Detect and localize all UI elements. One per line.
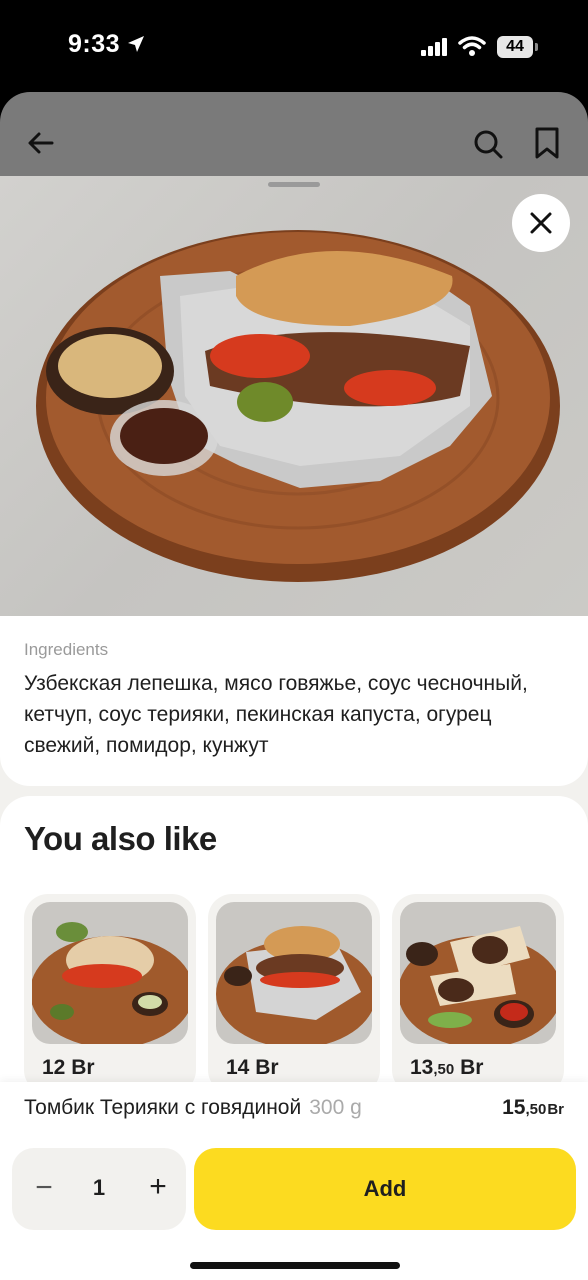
product-name-row: Томбик Терияки с говядиной 300 g xyxy=(24,1096,362,1120)
search-icon[interactable] xyxy=(472,128,504,160)
recommendation-price: 14 Br xyxy=(226,1056,279,1079)
recommendation-price: 12 Br xyxy=(42,1056,95,1079)
product-weight: 300 g xyxy=(309,1096,362,1119)
product-price: 15,50Br xyxy=(502,1096,564,1119)
close-icon xyxy=(530,212,552,234)
product-name: Томбик Терияки с говядиной xyxy=(24,1096,302,1119)
recommendation-card[interactable]: 12 Br xyxy=(24,894,196,1094)
quantity-value: 1 xyxy=(92,1175,106,1200)
recommendation-image xyxy=(216,902,372,1044)
add-to-cart-bar: Томбик Терияки с говядиной 300 g 15,50Br … xyxy=(0,1082,588,1280)
decrease-quantity-button[interactable]: − xyxy=(30,1172,58,1204)
recommendation-card[interactable]: 14 Br xyxy=(208,894,380,1094)
ingredients-label: Ingredients xyxy=(24,640,109,659)
status-time: 9:33 xyxy=(68,30,121,58)
product-photo xyxy=(36,230,560,582)
back-arrow-icon[interactable] xyxy=(26,128,56,158)
recommendations-title: You also like xyxy=(24,820,217,857)
recommendation-card[interactable]: 13,50 Br xyxy=(392,894,564,1094)
bookmark-icon[interactable] xyxy=(533,126,561,160)
ingredients-section: Ingredients Узбекская лепешка, мясо говя… xyxy=(0,616,588,786)
recommendation-price: 13,50 Br xyxy=(410,1056,484,1079)
add-button[interactable]: Add xyxy=(194,1148,576,1230)
sheet-grabber[interactable] xyxy=(268,182,320,187)
signal-icon xyxy=(421,38,447,56)
home-indicator xyxy=(190,1262,400,1269)
battery-indicator: 44 xyxy=(497,36,533,58)
recommendation-image xyxy=(32,902,188,1044)
recommendation-image xyxy=(400,902,556,1044)
status-bar: 9:33 44 xyxy=(0,0,588,92)
quantity-stepper: − 1 + xyxy=(12,1148,186,1230)
location-arrow-icon xyxy=(128,36,144,52)
product-image xyxy=(0,176,588,616)
ingredients-text: Узбекская лепешка, мясо говяжье, соус че… xyxy=(24,672,528,757)
battery-cap xyxy=(535,43,538,51)
increase-quantity-button[interactable]: + xyxy=(142,1170,174,1204)
wifi-icon xyxy=(458,36,486,56)
close-button[interactable] xyxy=(512,194,570,252)
